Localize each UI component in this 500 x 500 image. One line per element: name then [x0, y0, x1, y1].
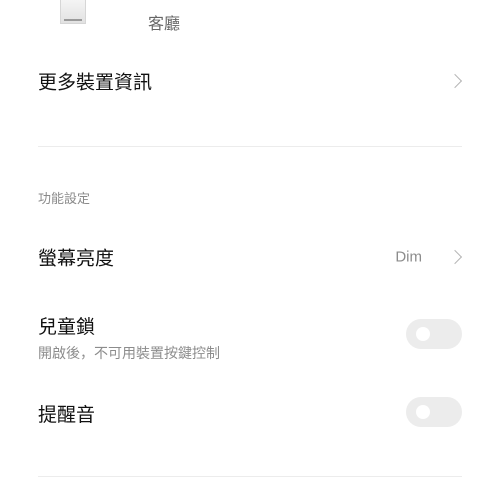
chevron-right-icon	[447, 73, 463, 89]
section-title: 功能設定	[38, 192, 91, 207]
child-lock-toggle[interactable]	[406, 319, 462, 349]
more-device-info-row[interactable]: 更多裝置資訊	[0, 57, 500, 105]
device-room-label: 客廳	[148, 14, 181, 33]
divider	[38, 146, 462, 147]
brightness-row[interactable]: 螢幕亮度 Dim	[0, 233, 500, 281]
toggle-knob	[416, 327, 430, 341]
brightness-label: 螢幕亮度	[38, 247, 115, 270]
chevron-right-icon	[447, 249, 463, 265]
more-device-info-label: 更多裝置資訊	[38, 71, 153, 94]
child-lock-label: 兒童鎖	[38, 316, 96, 338]
brightness-value: Dim	[395, 248, 422, 266]
device-thumbnail	[60, 0, 86, 24]
child-lock-description: 開啟後，不可用裝置按鍵控制	[38, 346, 220, 362]
beep-label: 提醒音	[38, 404, 96, 426]
toggle-knob	[416, 405, 430, 419]
beep-toggle[interactable]	[406, 397, 462, 427]
divider	[38, 476, 462, 477]
